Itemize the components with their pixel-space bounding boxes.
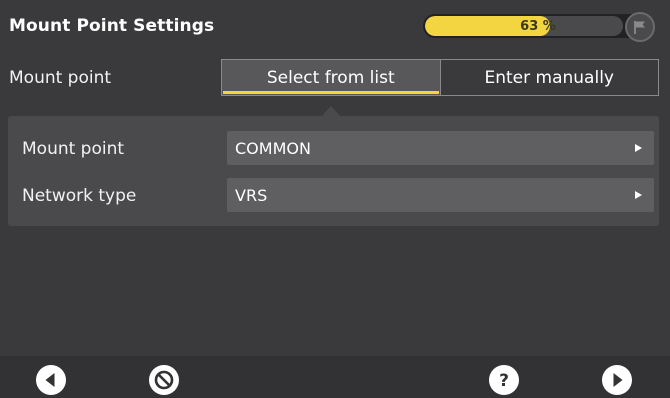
next-icon (602, 365, 632, 395)
settings-panel: Mount point COMMON Network type VRS (8, 116, 659, 226)
chevron-right-icon (635, 144, 642, 152)
page-title: Mount Point Settings (9, 16, 215, 36)
tab-enter-manually[interactable]: Enter manually (441, 60, 659, 95)
help-icon: ? (489, 365, 519, 395)
back-icon (36, 365, 66, 395)
panel-pointer (322, 106, 340, 116)
footer-toolbar: ? (0, 356, 670, 398)
svg-text:?: ? (499, 371, 509, 391)
flag-button[interactable] (625, 12, 655, 42)
back-button[interactable] (35, 364, 67, 396)
tab-select-from-list[interactable]: Select from list (222, 60, 441, 95)
screen: Mount Point Settings 63 % Mount point Se… (0, 0, 670, 398)
progress-label: 63 % (520, 19, 556, 34)
mount-point-mode-selector: Select from list Enter manually (221, 59, 659, 96)
flag-icon (634, 21, 645, 34)
network-type-value: VRS (235, 185, 268, 205)
help-button[interactable]: ? (488, 364, 520, 396)
mount-point-row-label: Mount point (9, 68, 112, 88)
chevron-right-icon (635, 191, 642, 199)
mount-point-field-label: Mount point (22, 139, 125, 159)
mount-point-value: COMMON (235, 138, 311, 158)
cancel-button[interactable] (148, 364, 180, 396)
next-button[interactable] (601, 364, 633, 396)
network-type-dropdown[interactable]: VRS (227, 178, 654, 212)
mount-point-dropdown[interactable]: COMMON (227, 131, 654, 165)
cancel-icon (149, 365, 179, 395)
network-type-field-label: Network type (22, 186, 137, 206)
progress-indicator: 63 % (423, 12, 659, 42)
